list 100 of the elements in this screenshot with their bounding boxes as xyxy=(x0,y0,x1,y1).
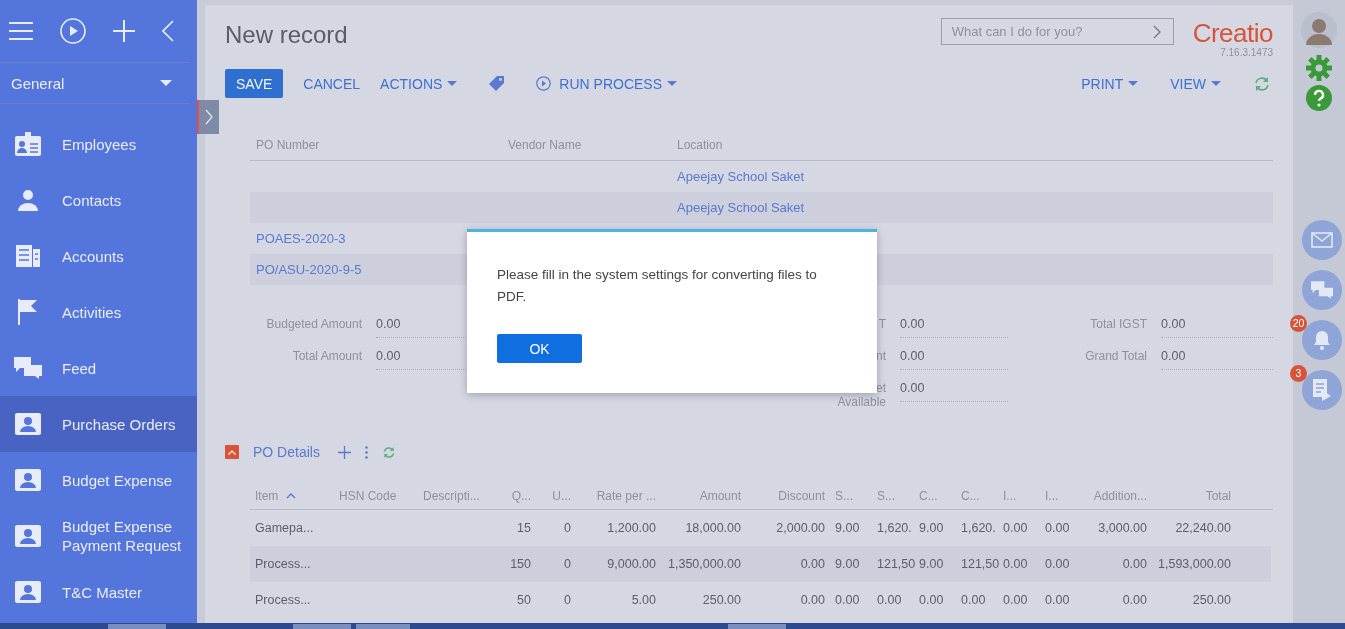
collapse-icon[interactable] xyxy=(162,20,174,42)
sidebar-item[interactable]: Purchase Orders xyxy=(0,396,197,452)
table-cell: 0 xyxy=(564,521,571,535)
table-cell: 0.00 xyxy=(1045,593,1070,607)
refresh-icon[interactable] xyxy=(1253,75,1271,92)
table-cell: 0.00 xyxy=(800,593,825,607)
caret-icon xyxy=(447,81,458,86)
cancel-button[interactable]: CANCEL xyxy=(303,69,361,98)
table-cell: 1,620. xyxy=(877,521,912,535)
column-header[interactable]: Location xyxy=(671,138,1273,160)
menu-button[interactable]: VIEW xyxy=(1170,69,1221,98)
column-header[interactable]: S... xyxy=(872,489,914,503)
table-cell: Process... xyxy=(255,557,311,571)
table-cell: 15 xyxy=(517,521,531,535)
chevron-icon xyxy=(228,449,236,455)
rail-button[interactable] xyxy=(1302,270,1342,310)
column-header[interactable]: Rate per ... xyxy=(576,489,661,503)
help-icon[interactable] xyxy=(1306,85,1332,111)
field-value[interactable]: 0.00 xyxy=(900,381,1008,402)
sidebar-item[interactable]: Budget Expense Payment Request xyxy=(0,508,197,564)
table-cell: 1,200.00 xyxy=(607,521,656,535)
panel-toggle[interactable] xyxy=(197,100,219,134)
po-number-link[interactable]: POAES-2020-3 xyxy=(256,231,346,246)
table-cell: 150 xyxy=(510,557,531,571)
field-value[interactable]: 0.00 xyxy=(900,349,1008,370)
rail-button[interactable] xyxy=(1302,320,1342,360)
location-link[interactable]: Apeejay School Saket xyxy=(677,200,805,215)
chat-icon xyxy=(14,357,42,379)
column-header[interactable]: Amount xyxy=(661,489,746,503)
column-header[interactable]: HSN Code xyxy=(334,489,418,503)
po-number-link[interactable]: PO/ASU-2020-9-5 xyxy=(256,262,362,277)
save-button[interactable]: SAVE xyxy=(225,69,284,98)
column-header[interactable]: Item xyxy=(250,489,334,503)
sidebar-item[interactable]: Accounts xyxy=(0,228,197,284)
table-cell: 50 xyxy=(517,593,531,607)
column-header[interactable]: S... xyxy=(830,489,872,503)
ok-button[interactable]: OK xyxy=(497,334,582,363)
bell-icon xyxy=(1313,330,1331,350)
column-header[interactable]: Addition... xyxy=(1082,489,1152,503)
more-icon[interactable] xyxy=(364,445,368,459)
sidebar-item-label: Budget Expense xyxy=(62,470,174,490)
column-header[interactable]: C... xyxy=(914,489,956,503)
column-header[interactable]: C... xyxy=(956,489,998,503)
field-value[interactable]: 0.00 xyxy=(900,317,1008,338)
column-header[interactable]: U... xyxy=(536,489,576,503)
play-icon[interactable] xyxy=(60,18,86,44)
table-cell: 0.00 xyxy=(835,593,860,607)
table-cell: 1,620. xyxy=(961,521,996,535)
table-cell: 250.00 xyxy=(1192,593,1231,607)
play-circle-icon xyxy=(536,76,552,91)
collapse-toggle[interactable] xyxy=(225,445,239,459)
document-icon xyxy=(1313,379,1331,401)
field-label: et Available xyxy=(836,381,886,409)
rail-button[interactable] xyxy=(1302,220,1342,260)
logo: Creatio xyxy=(1192,19,1273,47)
column-header[interactable]: I... xyxy=(998,489,1040,503)
field-value[interactable]: 0.00 xyxy=(1161,317,1273,338)
table-cell: 1,593,000.00 xyxy=(1158,557,1231,571)
sidebar-item[interactable]: Contacts xyxy=(0,172,197,228)
field-value[interactable]: 0.00 xyxy=(1161,349,1273,370)
column-header[interactable]: Descripti... xyxy=(418,489,504,503)
table-cell: 0.00 xyxy=(1122,593,1147,607)
column-header[interactable]: Total xyxy=(1152,489,1236,503)
table-cell: 0 xyxy=(564,557,571,571)
column-header[interactable]: I... xyxy=(1040,489,1082,503)
table-cell: 0.00 xyxy=(1122,557,1147,571)
sidebar-item[interactable]: Feed xyxy=(0,340,197,396)
refresh-icon[interactable] xyxy=(381,445,396,459)
caret-icon xyxy=(160,80,172,86)
tag-icon[interactable] xyxy=(489,76,505,91)
caret-icon xyxy=(667,81,678,86)
caret-icon xyxy=(1128,81,1139,86)
table-cell: 9.00 xyxy=(835,521,860,535)
id-card-icon xyxy=(14,132,42,156)
settings-icon[interactable] xyxy=(1306,55,1332,81)
location-link[interactable]: Apeejay School Saket xyxy=(677,169,805,184)
table-cell: 0.00 xyxy=(800,557,825,571)
contact-card-icon xyxy=(14,413,42,435)
sidebar-item[interactable]: Budget Expense xyxy=(0,452,197,508)
table-cell: 2,000.00 xyxy=(776,521,825,535)
section-title[interactable]: PO Details xyxy=(253,444,320,460)
sidebar-item[interactable]: Activities xyxy=(0,284,197,340)
menu-icon[interactable] xyxy=(9,22,33,40)
sidebar-item-label: Feed xyxy=(62,358,98,378)
sidebar-item[interactable]: Employees xyxy=(0,116,197,172)
menu-button[interactable]: ACTIONS xyxy=(380,69,458,98)
column-header[interactable]: Discount xyxy=(746,489,830,503)
table-cell: Gamepa... xyxy=(255,521,314,535)
menu-button[interactable]: PRINT xyxy=(1081,69,1139,98)
column-header[interactable]: Vendor Name xyxy=(502,138,671,160)
column-header[interactable]: PO Number xyxy=(250,138,502,160)
sidebar-item[interactable]: T&C Master xyxy=(0,564,197,620)
plus-icon[interactable] xyxy=(337,445,351,459)
field-label: Budgeted Amount xyxy=(265,317,362,331)
chat-icon xyxy=(1311,281,1333,299)
section-dropdown[interactable]: General xyxy=(0,63,190,104)
rail-button[interactable] xyxy=(1302,370,1342,410)
column-header[interactable]: Q... xyxy=(504,489,536,503)
run-process-button[interactable]: RUN PROCESS xyxy=(536,69,678,98)
avatar[interactable] xyxy=(1301,12,1337,48)
